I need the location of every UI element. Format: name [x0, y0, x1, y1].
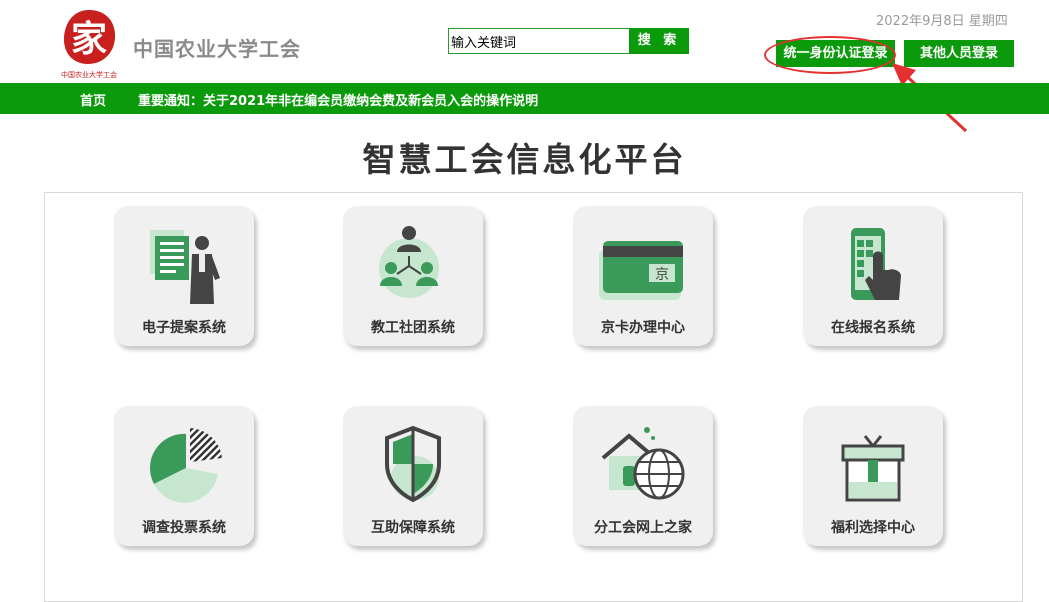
tile-label: 调查投票系统: [142, 520, 226, 536]
tile-label: 福利选择中心: [831, 520, 915, 536]
gift-box-icon: [841, 435, 905, 502]
page-title: 智慧工会信息化平台: [362, 140, 687, 179]
tile-label: 在线报名系统: [831, 320, 915, 336]
tile-mutual-aid[interactable]: 互助保障系统: [343, 406, 483, 546]
card-char: 京: [655, 267, 669, 283]
pie-chart-icon: [149, 428, 222, 503]
tile-label: 教工社团系统: [371, 320, 455, 336]
union-logo-icon[interactable]: 家 中国农业大学工会: [58, 6, 120, 80]
org-chart-icon: [379, 226, 439, 298]
unified-login-button[interactable]: 统一身份认证登录: [776, 40, 895, 67]
tile-jing-card-center[interactable]: 京 京卡办理中心: [573, 206, 713, 346]
site-header: 家 中国农业大学工会 中国农业大学工会 搜 索 2022年9月8日 星期四 统一…: [0, 0, 1049, 133]
tile-label: 分工会网上之家: [594, 520, 692, 536]
tile-online-registration[interactable]: 在线报名系统: [803, 206, 943, 346]
phone-tap-icon: [851, 228, 901, 300]
tile-proposal-system[interactable]: 电子提案系统: [114, 206, 254, 346]
tile-survey-voting[interactable]: 调查投票系统: [114, 406, 254, 546]
tile-label: 电子提案系统: [142, 320, 226, 336]
logo-char: 家: [71, 18, 107, 60]
tile-label: 京卡办理中心: [601, 320, 685, 336]
services-panel: 电子提案系统 教工社团系统 京 京卡办理中心 在线报名系统 调查投票系统 互助保…: [44, 192, 1023, 602]
search-input[interactable]: [448, 28, 630, 54]
home-globe-icon: [601, 427, 685, 500]
date-display: 2022年9月8日 星期四: [876, 14, 1008, 29]
site-name: 中国农业大学工会: [133, 37, 301, 61]
search-button[interactable]: 搜 索: [629, 28, 689, 54]
important-notice-link[interactable]: 重要通知：关于2021年非在编会员缴纳会费及新会员入会的操作说明: [138, 90, 538, 109]
nav-bar: 首页 重要通知：关于2021年非在编会员缴纳会费及新会员入会的操作说明: [0, 83, 1049, 114]
card-icon: 京: [599, 241, 683, 300]
tile-label: 互助保障系统: [371, 520, 455, 536]
shield-icon: [385, 425, 441, 503]
tile-benefits-selection[interactable]: 福利选择中心: [803, 406, 943, 546]
proposal-icon: [150, 230, 220, 304]
tile-branch-union-home[interactable]: 分工会网上之家: [573, 406, 713, 546]
nav-home-link[interactable]: 首页: [80, 90, 106, 109]
logo-caption: 中国农业大学工会: [61, 70, 117, 79]
tile-staff-club-system[interactable]: 教工社团系统: [343, 206, 483, 346]
